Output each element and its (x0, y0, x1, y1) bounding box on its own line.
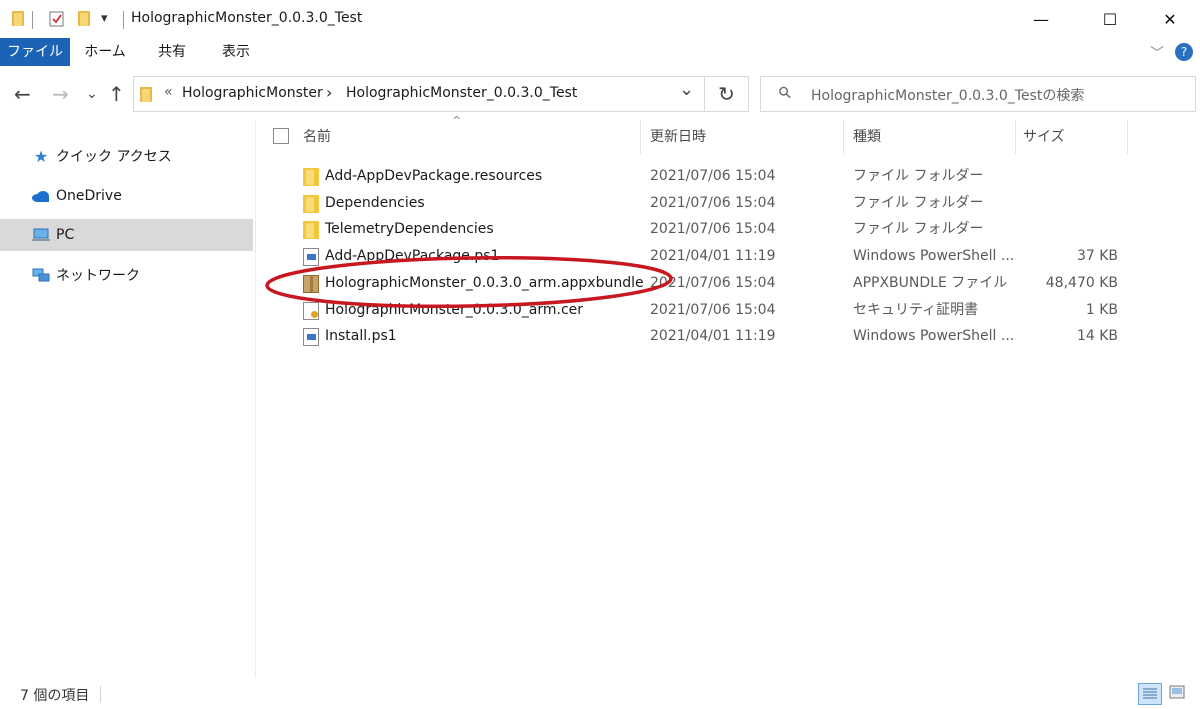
folder-icon (303, 168, 319, 186)
sidebar-item-label: クイック アクセス (56, 149, 172, 165)
help-icon[interactable]: ? (1175, 43, 1193, 61)
ribbon-tabs: ファイル ホーム 共有 表示 ﹀ ? (0, 38, 1200, 68)
file-size (1018, 163, 1118, 190)
refresh-button[interactable]: ↻ (705, 76, 749, 112)
status-divider (100, 686, 101, 702)
file-size: 14 KB (1076, 328, 1118, 344)
file-row[interactable]: TelemetryDependencies 2021/07/06 15:04 フ… (258, 216, 1138, 243)
up-button[interactable]: ↑ (108, 84, 125, 104)
file-date: 2021/07/06 15:04 (650, 168, 776, 184)
file-type: セキュリティ証明書 (853, 302, 979, 318)
network-icon (30, 267, 52, 283)
minimize-button[interactable]: — (1018, 0, 1064, 38)
folder-icon (140, 86, 154, 102)
file-type: ファイル フォルダー (853, 168, 984, 184)
window-title: HolographicMonster_0.0.3.0_Test (131, 10, 363, 26)
address-row: ← → ⌄ ↑ « HolographicMonster › Holograph… (0, 68, 1200, 120)
close-button[interactable]: ✕ (1147, 0, 1193, 38)
quick-access-dropdown-icon[interactable]: ▾ (101, 11, 108, 26)
ribbon-expand-icon[interactable]: ﹀ (1150, 43, 1164, 63)
details-view-icon (1143, 688, 1157, 699)
item-count: 7 個の項目 (20, 688, 90, 704)
sidebar-item-label: PC (56, 227, 75, 243)
file-size: 37 KB (1076, 248, 1118, 264)
file-date: 2021/07/06 15:04 (650, 195, 776, 211)
tab-file[interactable]: ファイル (0, 38, 70, 66)
column-divider[interactable] (1015, 120, 1016, 154)
breadcrumb-separator-icon[interactable]: › (326, 83, 332, 102)
quick-access-star-icon: ★ (33, 146, 49, 166)
address-dropdown-icon[interactable]: ⌄ (679, 79, 694, 100)
tab-share[interactable]: 共有 (144, 38, 200, 66)
file-type: Windows PowerShell ... (853, 328, 1015, 344)
column-header-type[interactable]: 種類 (853, 126, 1013, 154)
powershell-script-icon (303, 328, 319, 346)
file-size (1018, 190, 1118, 217)
maximize-button[interactable]: ☐ (1087, 0, 1133, 38)
sidebar-item-quick-access[interactable]: ★ クイック アクセス (0, 140, 253, 172)
sidebar-item-label: ネットワーク (56, 268, 140, 284)
folder-icon[interactable] (12, 10, 26, 26)
file-name: Dependencies (325, 195, 425, 211)
breadcrumb-item-current[interactable]: HolographicMonster_0.0.3.0_Test (346, 85, 577, 101)
file-date: 2021/07/06 15:04 (650, 221, 776, 237)
forward-button[interactable]: → (52, 84, 69, 104)
navigation-pane: ★ クイック アクセス OneDrive PC ネットワーク (0, 120, 255, 678)
breadcrumb-overflow-icon[interactable]: « (164, 84, 173, 100)
large-icons-view-icon (1169, 685, 1185, 699)
folder-icon (303, 221, 319, 239)
search-input[interactable]: ⚲ HolographicMonster_0.0.3.0_Testの検索 (760, 76, 1196, 112)
sidebar-item-onedrive[interactable]: OneDrive (0, 180, 253, 212)
large-icons-view-button[interactable] (1166, 683, 1190, 705)
file-row[interactable]: Add-AppDevPackage.resources 2021/07/06 1… (258, 163, 1138, 190)
folder-icon (303, 195, 319, 213)
toolbar-divider (123, 11, 124, 29)
pc-icon (30, 228, 52, 242)
toolbar-divider (32, 11, 33, 29)
tab-home[interactable]: ホーム (76, 38, 134, 66)
file-row[interactable]: Dependencies 2021/07/06 15:04 ファイル フォルダー (258, 190, 1138, 217)
column-header-date[interactable]: 更新日時 (650, 126, 840, 154)
annotation-highlight-ellipse (265, 255, 673, 309)
file-type: ファイル フォルダー (853, 221, 984, 237)
select-all-checkbox[interactable] (273, 128, 289, 144)
status-bar: 7 個の項目 (0, 678, 1200, 709)
search-placeholder: HolographicMonster_0.0.3.0_Testの検索 (811, 88, 1085, 104)
file-type: Windows PowerShell ... (853, 248, 1015, 264)
file-date: 2021/04/01 11:19 (650, 328, 776, 344)
file-type: ファイル フォルダー (853, 195, 984, 211)
pane-splitter[interactable] (255, 120, 256, 678)
column-divider[interactable] (1127, 120, 1128, 154)
file-type: APPXBUNDLE ファイル (853, 275, 1008, 291)
title-bar: ▾ HolographicMonster_0.0.3.0_Test — ☐ ✕ (0, 0, 1200, 38)
onedrive-cloud-icon (30, 190, 52, 202)
file-size (1018, 216, 1118, 243)
file-name: TelemetryDependencies (325, 221, 494, 237)
tab-view[interactable]: 表示 (208, 38, 264, 66)
column-header-size[interactable]: サイズ (1023, 126, 1123, 154)
recent-locations-button[interactable]: ⌄ (86, 84, 98, 104)
breadcrumb-item-parent[interactable]: HolographicMonster (182, 85, 323, 101)
sidebar-item-label: OneDrive (56, 188, 122, 204)
file-size: 48,470 KB (1045, 275, 1118, 291)
file-name: Add-AppDevPackage.resources (325, 168, 543, 184)
search-icon: ⚲ (773, 81, 796, 104)
column-divider[interactable] (640, 120, 641, 154)
details-view-button[interactable] (1138, 683, 1162, 705)
column-divider[interactable] (843, 120, 844, 154)
file-row[interactable]: Install.ps1 2021/04/01 11:19 Windows Pow… (258, 323, 1138, 350)
column-header-name[interactable]: 名前 (303, 126, 633, 154)
address-bar[interactable]: « HolographicMonster › HolographicMonste… (133, 76, 705, 112)
refresh-icon: ↻ (718, 82, 735, 106)
file-size: 1 KB (1085, 302, 1118, 318)
sidebar-item-pc[interactable]: PC (0, 219, 253, 251)
back-button[interactable]: ← (14, 84, 31, 104)
file-name: Install.ps1 (325, 328, 397, 344)
properties-icon[interactable] (49, 10, 64, 27)
new-folder-icon[interactable] (78, 10, 92, 26)
sidebar-item-network[interactable]: ネットワーク (0, 259, 253, 291)
